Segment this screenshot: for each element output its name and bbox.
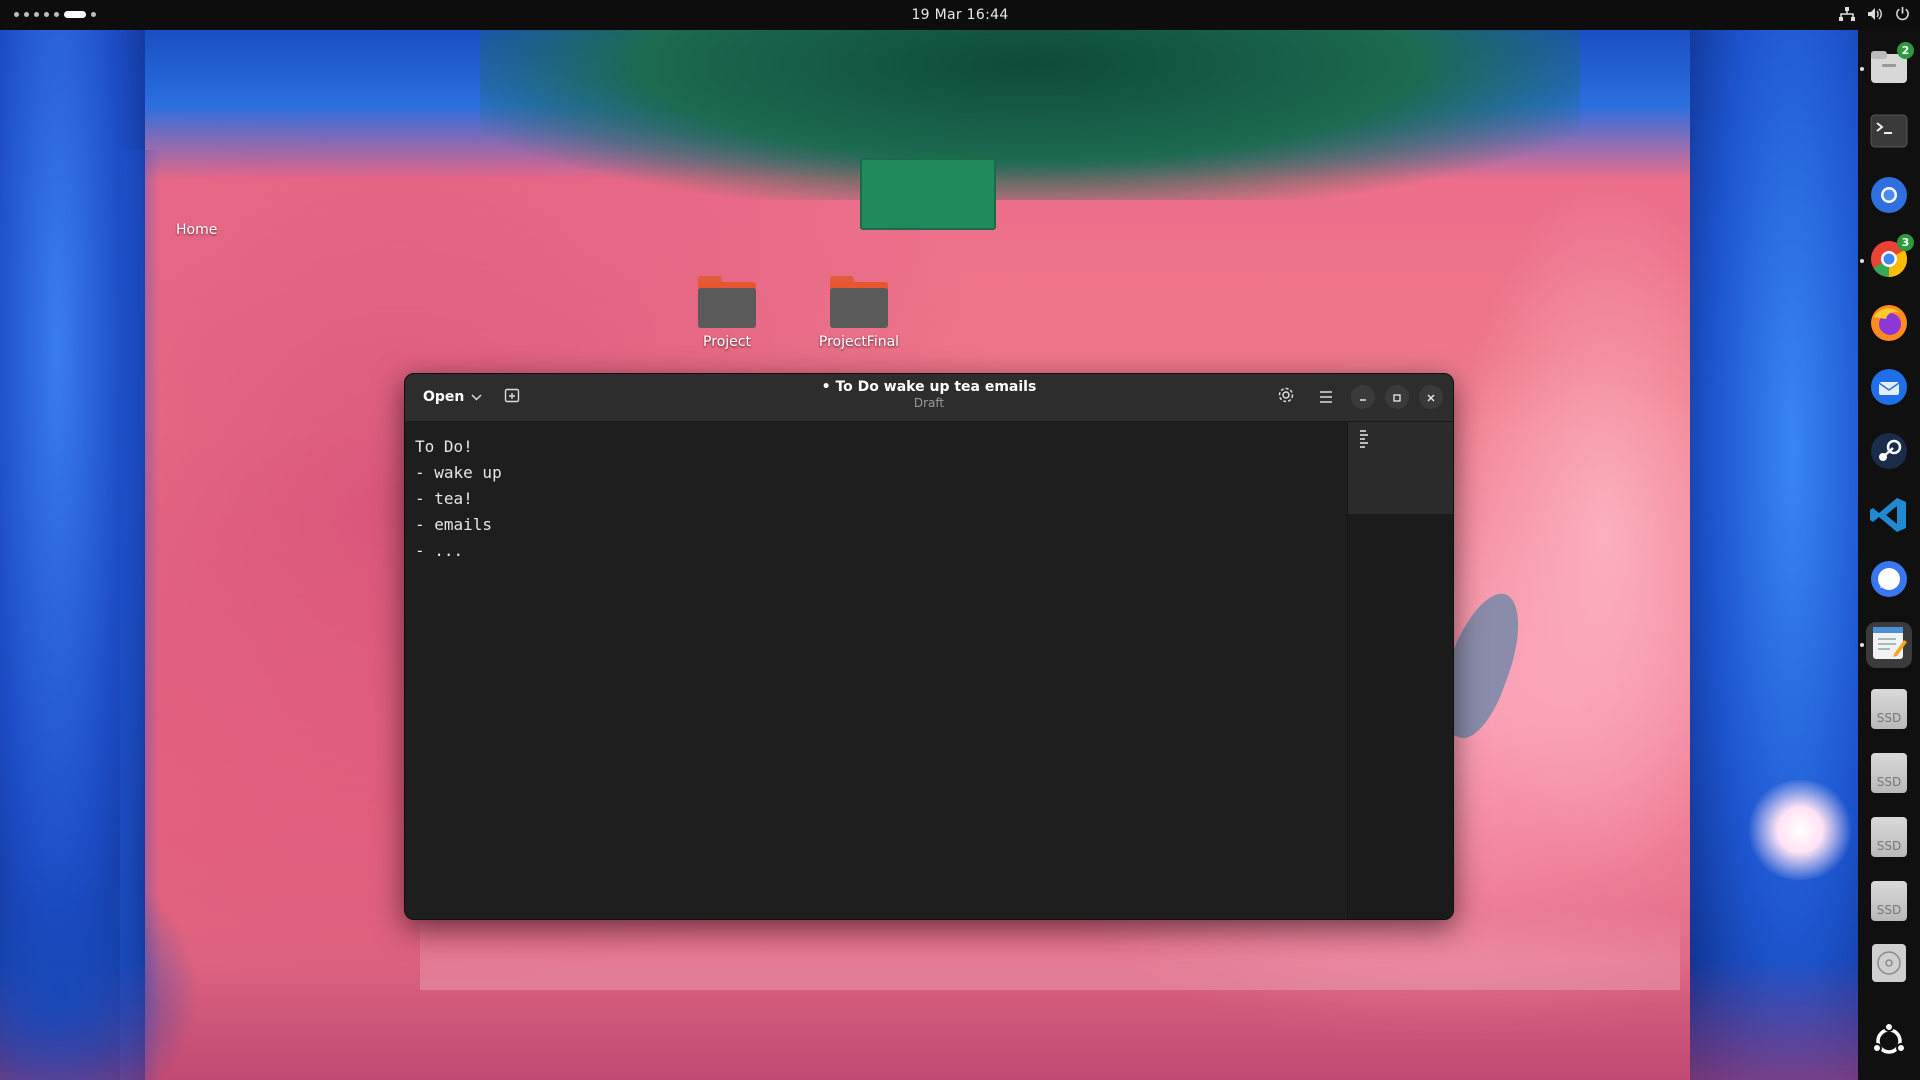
chrome-badge: 3 [1897, 234, 1914, 251]
document-content[interactable]: To Do! - wake up - tea! - emails - ... [405, 422, 1346, 576]
firefox-icon [1869, 303, 1909, 347]
dock-chrome[interactable]: 3 [1860, 234, 1914, 284]
text-editor-area[interactable]: To Do! - wake up - tea! - emails - ... [405, 422, 1346, 919]
folder-label: ProjectFinal [818, 334, 900, 350]
dock-text-editor[interactable] [1860, 622, 1912, 668]
desktop-folder-projectfinal[interactable]: ProjectFinal [804, 276, 914, 350]
wallpaper-glow [1745, 780, 1855, 880]
dock-firefox[interactable] [1866, 302, 1912, 348]
hamburger-menu-icon [1319, 388, 1333, 407]
wallpaper-ground [0, 960, 1860, 1080]
dock-ssd-2[interactable]: SSD [1866, 750, 1912, 796]
dock-show-apps[interactable] [1866, 1020, 1912, 1066]
wallpaper-leaves [480, 30, 1580, 200]
dock-chromium[interactable] [1866, 174, 1912, 220]
ssd-icon: SSD [1871, 753, 1907, 793]
wallpaper-light [1450, 180, 1710, 880]
header-actions [1271, 383, 1443, 411]
ssd-icon: SSD [1871, 817, 1907, 857]
optical-drive-icon [1870, 943, 1908, 987]
gear-icon [1277, 386, 1295, 408]
dock: 2 3 SSD SSD SSD SSD [1858, 30, 1920, 1080]
ssd-icon: SSD [1871, 689, 1907, 729]
folder-icon [830, 276, 888, 328]
maximize-button[interactable] [1385, 385, 1409, 409]
settings-button[interactable] [1271, 383, 1301, 411]
dock-thunderbird[interactable] [1866, 366, 1912, 412]
minimize-icon [1358, 388, 1368, 407]
dock-steam[interactable] [1866, 430, 1912, 476]
wallpaper-foliage-right [1690, 30, 1860, 1080]
dock-files[interactable]: 2 [1860, 42, 1914, 92]
ubuntu-icon [1870, 1022, 1908, 1064]
steam-icon [1869, 431, 1909, 475]
wallpaper-sign [860, 158, 996, 230]
dock-optical-drive[interactable] [1866, 942, 1912, 988]
terminal-icon [1870, 114, 1908, 152]
dock-signal[interactable] [1866, 558, 1912, 604]
text-editor-icon [1870, 624, 1908, 666]
dock-ssd-4[interactable]: SSD [1866, 878, 1912, 924]
minimap-preview [1360, 430, 1368, 450]
minimap[interactable] [1347, 422, 1453, 919]
folder-label: Project [703, 334, 751, 350]
maximize-icon [1392, 388, 1402, 407]
header-bar[interactable]: Open • To Do wake up tea emails Draft [405, 374, 1453, 422]
text-editor-window: Open • To Do wake up tea emails Draft To… [404, 373, 1454, 920]
close-button[interactable] [1419, 385, 1443, 409]
clock[interactable]: 19 Mar 16:44 [0, 7, 1920, 23]
main-menu-button[interactable] [1311, 383, 1341, 411]
network-icon[interactable] [1839, 6, 1855, 21]
desktop-home-label[interactable]: Home [176, 222, 217, 238]
thunderbird-icon [1869, 367, 1909, 411]
minimize-button[interactable] [1351, 385, 1375, 409]
power-icon[interactable] [1895, 6, 1910, 21]
top-bar: 19 Mar 16:44 [0, 0, 1920, 30]
dock-terminal[interactable] [1866, 110, 1912, 156]
running-indicator [1860, 67, 1864, 71]
dock-ssd-1[interactable]: SSD [1866, 686, 1912, 732]
close-icon [1426, 388, 1436, 407]
running-indicator [1860, 259, 1864, 263]
signal-icon [1869, 559, 1909, 603]
system-tray[interactable] [1839, 6, 1910, 21]
wallpaper-foliage-bottom-left [0, 860, 200, 1080]
running-indicator [1860, 643, 1864, 647]
folder-icon [698, 276, 756, 328]
dock-vscode[interactable] [1866, 494, 1912, 540]
volume-icon[interactable] [1867, 7, 1883, 21]
files-badge: 2 [1897, 42, 1914, 59]
vscode-icon [1869, 495, 1909, 539]
chromium-icon [1869, 175, 1909, 219]
desktop-folder-project[interactable]: Project [672, 276, 782, 350]
dock-ssd-3[interactable]: SSD [1866, 814, 1912, 860]
ssd-icon: SSD [1871, 881, 1907, 921]
